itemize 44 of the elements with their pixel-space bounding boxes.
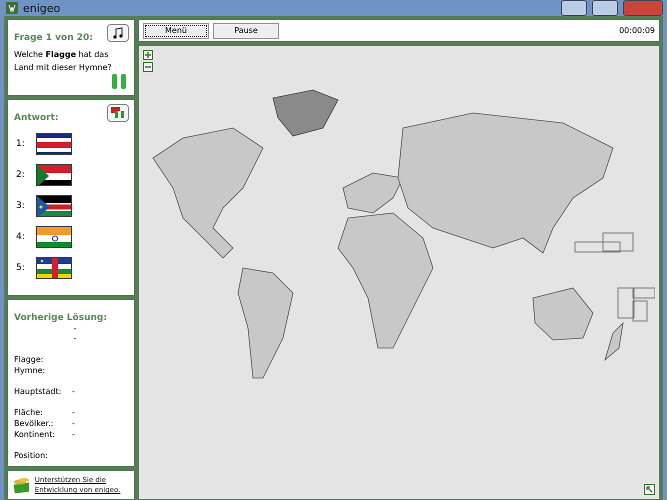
field-label: Hauptstadt: — [14, 386, 62, 397]
toolbar-button[interactable]: Pause — [213, 22, 279, 38]
field-label: Hymne: — [14, 365, 46, 376]
answer-title: Antwort: — [14, 113, 59, 123]
timer: 00:00:09 — [619, 26, 655, 35]
solution-line: - — [72, 324, 78, 334]
flag-icon[interactable] — [36, 257, 72, 279]
solution-line: - — [72, 334, 78, 344]
zoom-out-button[interactable] — [143, 62, 153, 72]
field-value: - — [72, 386, 75, 397]
option-number: 1: — [16, 139, 26, 149]
field-label: Position: — [14, 450, 49, 461]
field-value: - — [72, 407, 75, 418]
flags-button[interactable] — [107, 104, 129, 122]
minimize-button[interactable] — [561, 0, 587, 16]
plus-icon — [144, 51, 152, 59]
toolbar-button[interactable]: Menü — [143, 22, 209, 38]
flag-icon[interactable] — [36, 195, 72, 217]
field-label: Fläche: — [14, 407, 44, 418]
flag-icon[interactable] — [36, 226, 72, 248]
previous-solution-title: Vorherige Lösung: — [14, 313, 107, 323]
option-number: 4: — [16, 232, 26, 242]
app-icon — [6, 2, 18, 14]
field-value: - — [72, 429, 75, 440]
question-text: Welche Flagge hat das Land mit dieser Hymne? — [14, 49, 113, 74]
flag-icon[interactable] — [36, 164, 72, 186]
zoom-in-button[interactable] — [143, 50, 153, 60]
expand-arrow-icon[interactable] — [644, 484, 655, 495]
flags-icon — [111, 107, 125, 119]
field-label: Kontinent: — [14, 429, 56, 440]
option-number: 2: — [16, 170, 26, 180]
maximize-button[interactable] — [592, 0, 618, 16]
field-label: Bevölker.: — [14, 418, 54, 429]
music-note-button[interactable] — [107, 24, 129, 42]
option-number: 3: — [16, 201, 26, 211]
music-note-icon — [112, 27, 124, 39]
question-title: Frage 1 von 20: — [14, 33, 93, 43]
flag-icon[interactable] — [36, 133, 72, 155]
field-label: Flagge: — [14, 354, 44, 365]
window-title: enigeo — [23, 2, 62, 14]
field-value: - — [72, 418, 75, 429]
option-number: 5: — [16, 263, 26, 273]
money-icon — [12, 477, 29, 493]
pause-icon[interactable] — [112, 74, 126, 89]
